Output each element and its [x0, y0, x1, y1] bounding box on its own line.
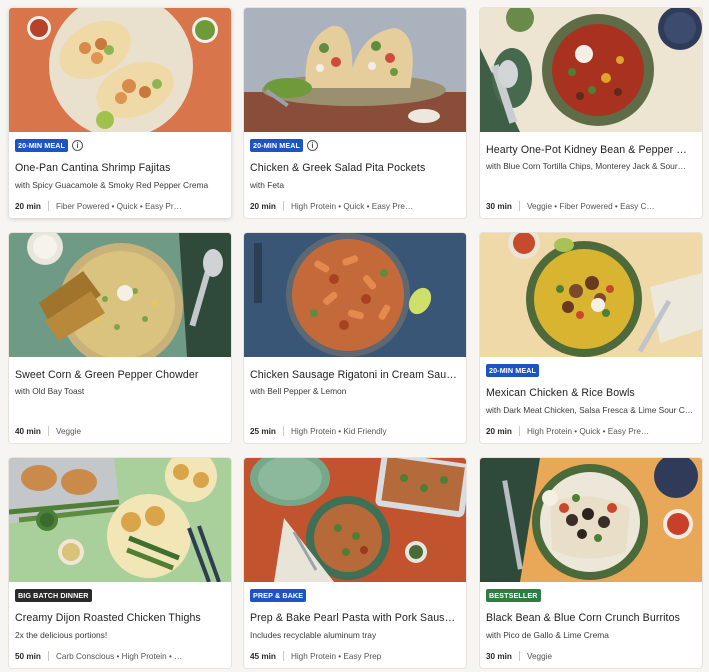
meta-divider	[282, 426, 284, 436]
recipe-badge: BESTSELLER	[486, 588, 541, 602]
recipe-subtitle: Includes recyclable aluminum tray	[250, 630, 377, 640]
meta-divider	[518, 201, 520, 211]
badge-row: 20-MIN MEAL	[486, 363, 540, 377]
recipe-tags: High Protein • Kid Friendly	[290, 426, 387, 436]
cook-time: 40 min	[15, 426, 41, 436]
recipe-subtitle: with Bell Pepper & Lemon	[250, 386, 347, 396]
cook-time: 25 min	[250, 426, 276, 436]
info-icon[interactable]: i	[72, 139, 84, 151]
recipe-subtitle: with Feta	[250, 180, 284, 190]
recipe-image[interactable]	[480, 8, 702, 132]
recipe-meta: 40 min Veggie	[15, 426, 225, 436]
recipe-subtitle: 2x the delicious portions!	[15, 630, 108, 640]
badge-row: PREP & BAKE	[250, 588, 307, 602]
recipe-grid: 20-MIN MEAL i One-Pan Cantina Shrimp Faj…	[0, 0, 709, 672]
recipe-image[interactable]	[480, 458, 702, 582]
recipe-title[interactable]: Black Bean & Blue Corn Crunch Burritos	[486, 612, 698, 624]
recipe-tags: Carb Conscious • High Protein • …	[55, 651, 183, 661]
badge-row: BIG BATCH DINNER	[15, 588, 92, 602]
recipe-badge: 20-MIN MEAL	[250, 138, 304, 152]
recipe-badge: BIG BATCH DINNER	[15, 588, 92, 602]
recipe-subtitle: with Pico de Gallo & Lime Crema	[486, 630, 609, 640]
recipe-card[interactable]: 20-MIN MEAL i One-Pan Cantina Shrimp Faj…	[9, 8, 231, 218]
recipe-subtitle: with Old Bay Toast	[15, 386, 85, 396]
recipe-card[interactable]: PREP & BAKE Prep & Bake Pearl Pasta with…	[244, 458, 466, 668]
recipe-card[interactable]: BIG BATCH DINNER Creamy Dijon Roasted Ch…	[9, 458, 231, 668]
recipe-subtitle: with Spicy Guacamole & Smoky Red Pepper …	[15, 180, 209, 190]
meta-divider	[282, 201, 284, 211]
recipe-image[interactable]	[244, 233, 466, 357]
meta-divider	[518, 426, 520, 436]
cook-time: 30 min	[486, 201, 512, 211]
cook-time: 20 min	[250, 201, 276, 211]
cook-time: 45 min	[250, 651, 276, 661]
recipe-card[interactable]: Hearty One-Pot Kidney Bean & Pepper … wi…	[480, 8, 702, 218]
recipe-tags: High Protein • Quick • Easy Pre…	[290, 201, 414, 211]
badge-row: 20-MIN MEAL i	[250, 138, 319, 152]
badge-row: BESTSELLER	[486, 588, 541, 602]
meta-divider	[47, 201, 49, 211]
recipe-subtitle: with Dark Meat Chicken, Salsa Fresca & L…	[486, 405, 694, 415]
recipe-meta: 20 min High Protein • Quick • Easy Pre…	[486, 426, 696, 436]
recipe-tags: High Protein • Easy Prep	[290, 651, 382, 661]
cook-time: 20 min	[15, 201, 41, 211]
recipe-tags: Fiber Powered • Quick • Easy Pr…	[55, 201, 182, 211]
recipe-image[interactable]	[9, 458, 231, 582]
recipe-meta: 25 min High Protein • Kid Friendly	[250, 426, 460, 436]
recipe-card[interactable]: Sweet Corn & Green Pepper Chowder with O…	[9, 233, 231, 443]
recipe-meta: 30 min Veggie • Fiber Powered • Easy C…	[486, 201, 696, 211]
recipe-card[interactable]: Chicken Sausage Rigatoni in Cream Sau… w…	[244, 233, 466, 443]
recipe-meta: 20 min Fiber Powered • Quick • Easy Pr…	[15, 201, 225, 211]
recipe-card[interactable]: 20-MIN MEAL Mexican Chicken & Rice Bowls…	[480, 233, 702, 443]
recipe-image[interactable]	[9, 233, 231, 357]
recipe-card[interactable]: BESTSELLER Black Bean & Blue Corn Crunch…	[480, 458, 702, 668]
recipe-meta: 30 min Veggie	[486, 651, 696, 661]
recipe-tags: Veggie	[526, 651, 552, 661]
recipe-meta: 45 min High Protein • Easy Prep	[250, 651, 460, 661]
recipe-title[interactable]: Chicken Sausage Rigatoni in Cream Sau…	[250, 369, 462, 381]
recipe-badge: PREP & BAKE	[250, 588, 307, 602]
recipe-image[interactable]	[9, 8, 231, 132]
meta-divider	[518, 651, 520, 661]
recipe-image[interactable]	[244, 8, 466, 132]
recipe-badge: 20-MIN MEAL	[15, 138, 69, 152]
badge-row: 20-MIN MEAL i	[15, 138, 84, 152]
recipe-meta: 20 min High Protein • Quick • Easy Pre…	[250, 201, 460, 211]
meta-divider	[47, 651, 49, 661]
recipe-title[interactable]: Sweet Corn & Green Pepper Chowder	[15, 369, 227, 381]
recipe-image[interactable]	[244, 458, 466, 582]
recipe-tags: High Protein • Quick • Easy Pre…	[526, 426, 650, 436]
recipe-tags: Veggie	[55, 426, 81, 436]
recipe-meta: 50 min Carb Conscious • High Protein • …	[15, 651, 225, 661]
recipe-title[interactable]: Prep & Bake Pearl Pasta with Pork Saus…	[250, 612, 462, 624]
meta-divider	[282, 651, 284, 661]
recipe-subtitle: with Blue Corn Tortilla Chips, Monterey …	[486, 161, 686, 171]
recipe-title[interactable]: Hearty One-Pot Kidney Bean & Pepper …	[486, 144, 698, 156]
recipe-image[interactable]	[480, 233, 702, 357]
cook-time: 30 min	[486, 651, 512, 661]
info-icon[interactable]: i	[307, 139, 319, 151]
cook-time: 20 min	[486, 426, 512, 436]
recipe-title[interactable]: One-Pan Cantina Shrimp Fajitas	[15, 162, 227, 174]
cook-time: 50 min	[15, 651, 41, 661]
recipe-badge: 20-MIN MEAL	[486, 363, 540, 377]
recipe-title[interactable]: Chicken & Greek Salad Pita Pockets	[250, 162, 462, 174]
recipe-tags: Veggie • Fiber Powered • Easy C…	[526, 201, 655, 211]
recipe-title[interactable]: Creamy Dijon Roasted Chicken Thighs	[15, 612, 227, 624]
meta-divider	[47, 426, 49, 436]
recipe-card[interactable]: 20-MIN MEAL i Chicken & Greek Salad Pita…	[244, 8, 466, 218]
recipe-title[interactable]: Mexican Chicken & Rice Bowls	[486, 387, 698, 399]
